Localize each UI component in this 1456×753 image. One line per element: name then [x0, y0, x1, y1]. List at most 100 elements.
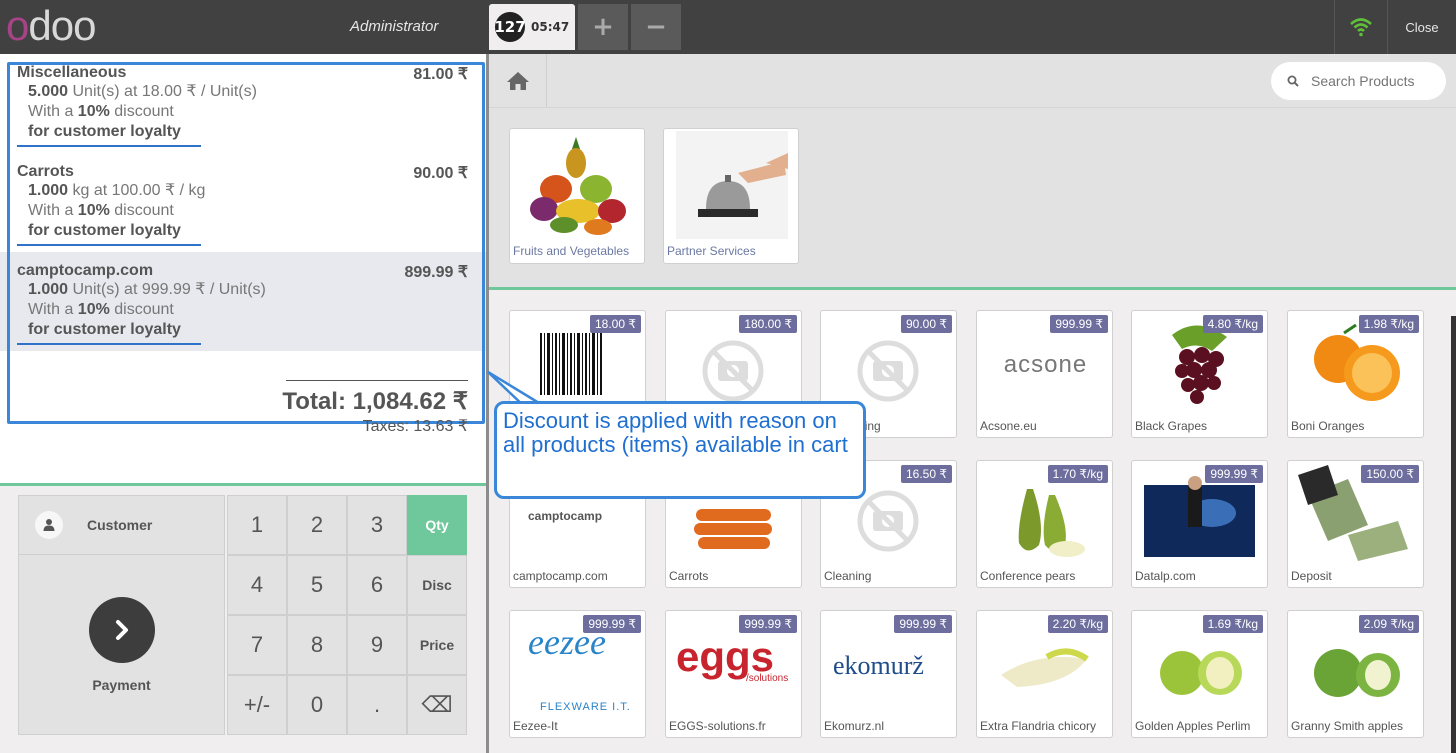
order-line-selected[interactable]: camptocamp.com 899.99 ₹ 1.000 Unit(s) at…	[0, 252, 486, 351]
mode-price-button[interactable]: Price	[407, 615, 467, 675]
numpad-key-7[interactable]: 7	[227, 615, 287, 675]
order-total: Total: 1,084.62 ₹	[282, 388, 468, 415]
mode-disc-button[interactable]: Disc	[407, 555, 467, 615]
line-product-name: camptocamp.com	[17, 262, 154, 279]
category-divider	[489, 287, 1456, 290]
price-tag: 2.20 ₹/kg	[1047, 615, 1108, 633]
numpad-key-4[interactable]: 4	[227, 555, 287, 615]
category-fruits-vegetables[interactable]: Fruits and Vegetables	[509, 128, 645, 264]
action-pad: Customer Payment 1 2 3 Qty 4 5 6 Disc 7 …	[0, 486, 486, 753]
product-card[interactable]: 999.99 ₹ Datalp.com	[1131, 460, 1268, 588]
price-tag: 90.00 ₹	[901, 315, 952, 333]
eezee-logo-subtitle: FLEXWARE I.T.	[540, 701, 631, 713]
numpad-key-3[interactable]: 3	[347, 495, 407, 555]
add-order-button[interactable]: +	[578, 4, 628, 50]
price-tag: 4.80 ₹/kg	[1202, 315, 1263, 333]
line-product-name: Miscellaneous	[17, 64, 127, 81]
category-label: Partner Services	[667, 244, 756, 258]
top-bar: odoo Administrator 127 05:47 + − Close	[0, 0, 1456, 54]
acsone-logo: acsone	[1003, 351, 1088, 378]
product-card[interactable]: 1.70 ₹/kg Conference pears	[976, 460, 1113, 588]
order-line[interactable]: Carrots 90.00 ₹ 1.000 kg at 100.00 ₹ / k…	[0, 153, 486, 252]
product-label: Ekomurz.nl	[824, 719, 885, 733]
price-tag: 1.70 ₹/kg	[1047, 465, 1108, 483]
price-tag: 180.00 ₹	[739, 315, 797, 333]
numpad-key-6[interactable]: 6	[347, 555, 407, 615]
product-card[interactable]: acsone 999.99 ₹ Acsone.eu	[976, 310, 1113, 438]
product-label: Deposit	[1291, 569, 1332, 583]
numpad-key-1[interactable]: 1	[227, 495, 287, 555]
price-tag: 1.69 ₹/kg	[1202, 615, 1263, 633]
ekomurz-logo: ekomurž	[833, 651, 924, 680]
annotation-callout: Discount is applied with reason on all p…	[494, 401, 866, 499]
price-tag: 16.50 ₹	[901, 465, 952, 483]
user-name[interactable]: Administrator	[350, 18, 438, 35]
breadcrumb-bar	[489, 54, 1456, 107]
category-label: Fruits and Vegetables	[513, 244, 630, 258]
numpad-key-8[interactable]: 8	[287, 615, 347, 675]
price-tag: 999.99 ₹	[739, 615, 797, 633]
product-card[interactable]: eggs /solutions 999.99 ₹ EGGS-solutions.…	[665, 610, 802, 738]
customer-button[interactable]: Customer	[18, 495, 225, 555]
search-input[interactable]	[1311, 73, 1436, 89]
order-tab[interactable]: 127 05:47	[489, 4, 575, 50]
reason-underline	[17, 343, 201, 345]
product-card[interactable]: ekomurž 999.99 ₹ Ekomurz.nl	[820, 610, 957, 738]
camptocamp-logo: camptocamp	[528, 509, 603, 523]
mode-qty-button[interactable]: Qty	[407, 495, 467, 555]
line-discount-info: With a 10% discount	[28, 202, 174, 219]
customer-label: Customer	[87, 517, 153, 533]
product-label: Carrots	[669, 569, 709, 583]
product-label: Conference pears	[980, 569, 1076, 583]
eggs-logo-subtitle: /solutions	[746, 673, 789, 684]
numpad-key-5[interactable]: 5	[287, 555, 347, 615]
remove-order-button[interactable]: −	[631, 4, 681, 50]
product-scrollbar[interactable]	[1451, 316, 1456, 753]
home-icon[interactable]	[489, 54, 547, 107]
line-discount-reason: for customer loyalty	[28, 123, 181, 140]
line-product-name: Carrots	[17, 163, 74, 180]
product-label: Black Grapes	[1135, 419, 1208, 433]
order-panel: Miscellaneous 81.00 ₹ 5.000 Unit(s) at 1…	[0, 54, 486, 753]
category-list: Fruits and Vegetables Partner Services	[489, 107, 1456, 288]
line-qty-info: 5.000 Unit(s) at 18.00 ₹ / Unit(s)	[28, 83, 257, 100]
product-card[interactable]: 2.20 ₹/kg Extra Flandria chicory	[976, 610, 1113, 738]
order-number-badge: 127	[494, 12, 526, 42]
price-tag: 999.99 ₹	[583, 615, 641, 633]
line-price: 81.00 ₹	[413, 66, 468, 83]
payment-button[interactable]: Payment	[18, 555, 225, 735]
numpad-key-2[interactable]: 2	[287, 495, 347, 555]
price-tag: 999.99 ₹	[1050, 315, 1108, 333]
product-label: Eezee-It	[513, 719, 558, 733]
wifi-icon[interactable]	[1334, 0, 1386, 54]
product-label: Boni Oranges	[1291, 419, 1365, 433]
reason-underline	[17, 244, 201, 246]
product-label: camptocamp.com	[513, 569, 608, 583]
product-card[interactable]: 150.00 ₹ Deposit	[1287, 460, 1424, 588]
search-box[interactable]	[1271, 62, 1446, 100]
product-card[interactable]: 1.98 ₹/kg Boni Oranges	[1287, 310, 1424, 438]
numpad-key-dot[interactable]: .	[347, 675, 407, 735]
product-card[interactable]: 4.80 ₹/kg Black Grapes	[1131, 310, 1268, 438]
line-qty-info: 1.000 kg at 100.00 ₹ / kg	[28, 182, 206, 199]
numpad-key-9[interactable]: 9	[347, 615, 407, 675]
close-button[interactable]: Close	[1387, 0, 1456, 54]
price-tag: 1.98 ₹/kg	[1358, 315, 1419, 333]
search-icon	[1287, 75, 1299, 87]
numpad-key-sign[interactable]: +/-	[227, 675, 287, 735]
product-label: Extra Flandria chicory	[980, 719, 1097, 733]
order-line[interactable]: Miscellaneous 81.00 ₹ 5.000 Unit(s) at 1…	[0, 54, 486, 153]
product-card[interactable]: 2.09 ₹/kg Granny Smith apples	[1287, 610, 1424, 738]
price-tag: 2.09 ₹/kg	[1358, 615, 1419, 633]
product-card[interactable]: eezee FLEXWARE I.T. 999.99 ₹ Eezee-It	[509, 610, 646, 738]
category-partner-services[interactable]: Partner Services	[663, 128, 799, 264]
numpad-key-0[interactable]: 0	[287, 675, 347, 735]
product-label: Datalp.com	[1135, 569, 1196, 583]
reason-underline	[17, 145, 201, 147]
line-discount-info: With a 10% discount	[28, 103, 174, 120]
price-tag: 999.99 ₹	[1205, 465, 1263, 483]
backspace-icon[interactable]: ⌫	[407, 675, 467, 735]
product-card[interactable]: 1.69 ₹/kg Golden Apples Perlim	[1131, 610, 1268, 738]
product-label: Acsone.eu	[980, 419, 1037, 433]
product-label: Golden Apples Perlim	[1135, 719, 1251, 733]
